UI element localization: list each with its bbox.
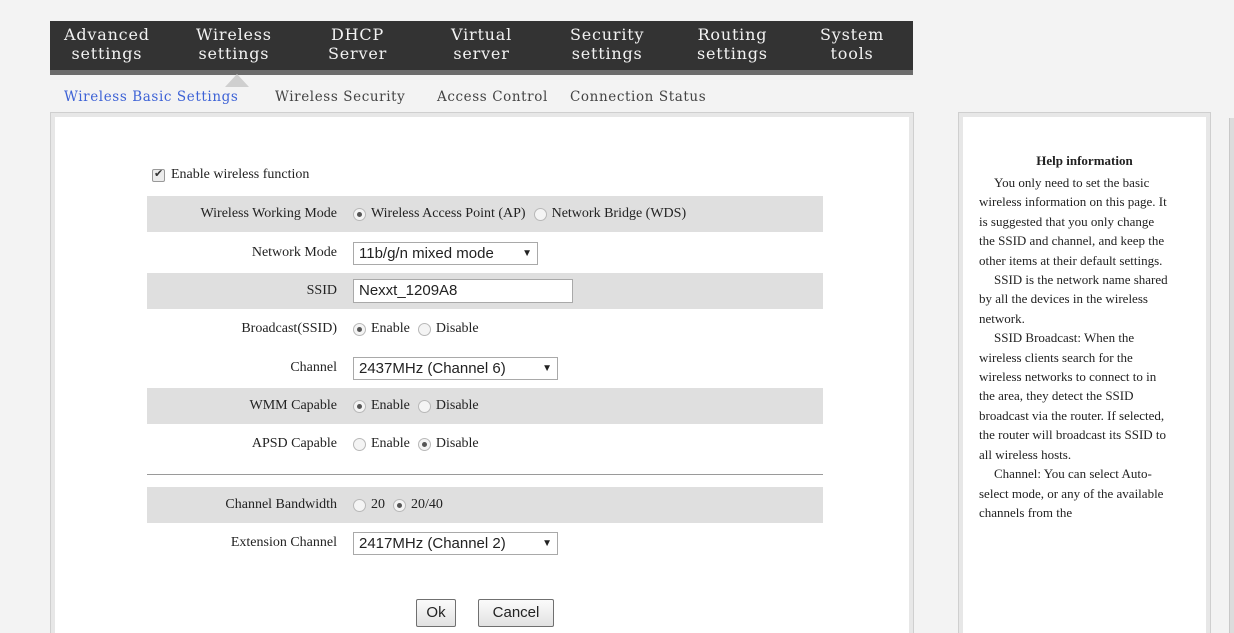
nav-label-line1: Routing xyxy=(697,25,768,44)
nav-label-line1: Virtual xyxy=(451,25,513,44)
wmm-label: WMM Capable xyxy=(249,398,337,413)
channel-select[interactable]: 2437MHz (Channel 6) ▼ xyxy=(353,356,558,380)
bandwidth-label: Channel Bandwidth xyxy=(225,497,337,512)
nav-label-line1: System xyxy=(820,25,885,44)
network-mode-row: Network Mode 11b/g/n mixed mode ▼ xyxy=(147,235,823,271)
bandwidth-2040-radio[interactable] xyxy=(393,498,406,512)
apsd-disable-radio[interactable] xyxy=(417,437,431,451)
help-paragraph: Channel: You can select Auto-select mode… xyxy=(979,466,1164,520)
tab-wireless-security[interactable]: Wireless Security xyxy=(275,89,405,105)
help-paragraph: You only need to set the basic wireless … xyxy=(979,175,1167,268)
nav-label-line2: server xyxy=(453,44,510,63)
apsd-label: APSD Capable xyxy=(251,436,337,451)
help-title: Help information xyxy=(1036,153,1133,168)
channel-row: Channel 2437MHz (Channel 6) ▼ xyxy=(147,350,823,386)
working-mode-wds-radio[interactable] xyxy=(533,207,547,221)
nav-label-line2: settings xyxy=(571,44,643,63)
bandwidth-20-radio[interactable] xyxy=(353,498,366,512)
wmm-disable-label: Disable xyxy=(435,398,479,413)
enable-wireless-checkbox[interactable] xyxy=(152,167,165,182)
working-mode-label: Wireless Working Mode xyxy=(200,206,337,221)
extension-channel-row: Extension Channel 2417MHz (Channel 2) ▼ xyxy=(147,525,823,561)
nav-label-line1: DHCP xyxy=(331,25,385,44)
help-paragraph: SSID Broadcast: When the wireless client… xyxy=(979,330,1167,462)
ssid-input[interactable]: Nexxt_1209A8 xyxy=(353,279,573,303)
broadcast-enable-label: Enable xyxy=(371,321,410,336)
wmm-disable-radio[interactable] xyxy=(417,399,431,413)
extension-channel-label: Extension Channel xyxy=(230,535,337,550)
network-mode-value: 11b/g/n mixed mode xyxy=(359,244,494,262)
broadcast-label: Broadcast(SSID) xyxy=(241,321,337,336)
settings-panel: Enable wireless function Wireless Workin… xyxy=(50,112,914,633)
enable-wireless-row: Enable wireless function xyxy=(152,167,309,183)
section-divider xyxy=(147,474,823,475)
channel-label: Channel xyxy=(290,360,337,375)
nav-virtual-server[interactable]: Virtual server xyxy=(451,25,512,63)
dropdown-arrow-icon: ▼ xyxy=(542,537,552,549)
apsd-enable-radio[interactable] xyxy=(353,437,366,451)
help-panel: Help information You only need to set th… xyxy=(958,112,1211,633)
extension-channel-select[interactable]: 2417MHz (Channel 2) ▼ xyxy=(353,531,558,555)
dropdown-arrow-icon: ▼ xyxy=(542,362,552,374)
wmm-enable-radio[interactable] xyxy=(353,399,366,413)
working-mode-wds-label: Network Bridge (WDS) xyxy=(551,206,687,221)
cancel-button[interactable]: Cancel xyxy=(478,599,554,627)
ssid-row: SSID Nexxt_1209A8 xyxy=(147,273,823,309)
working-mode-row: Wireless Working Mode Wireless Access Po… xyxy=(147,196,823,232)
bandwidth-2040-label: 20/40 xyxy=(411,497,443,512)
bandwidth-row: Channel Bandwidth 20 20/40 xyxy=(147,487,823,523)
nav-label-line2: settings xyxy=(198,44,270,63)
top-navigation: Advanced settings Wireless settings DHCP Se… xyxy=(50,21,913,75)
nav-wireless-settings[interactable]: Wireless settings xyxy=(196,25,272,63)
broadcast-disable-radio[interactable] xyxy=(417,322,431,336)
nav-system-tools[interactable]: System tools xyxy=(820,25,884,63)
channel-value: 2437MHz (Channel 6) xyxy=(359,359,506,377)
nav-label-line1: Wireless xyxy=(196,25,272,44)
ssid-label: SSID xyxy=(306,283,337,298)
network-mode-label: Network Mode xyxy=(251,245,337,260)
tab-wireless-basic-settings[interactable]: Wireless Basic Settings xyxy=(64,89,238,105)
enable-wireless-label: Enable wireless function xyxy=(171,167,310,182)
ok-button[interactable]: Ok xyxy=(416,599,456,627)
page-scrollbar[interactable] xyxy=(1229,118,1234,633)
broadcast-disable-label: Disable xyxy=(435,321,479,336)
nav-label-line2: tools xyxy=(830,44,874,63)
working-mode-ap-radio[interactable] xyxy=(353,207,366,221)
working-mode-ap-label: Wireless Access Point (AP) xyxy=(371,206,526,221)
tab-access-control[interactable]: Access Control xyxy=(437,89,548,105)
nav-label-line2: Server xyxy=(328,44,388,63)
tab-connection-status[interactable]: Connection Status xyxy=(570,89,706,105)
nav-advanced-settings[interactable]: Advanced settings xyxy=(64,25,150,63)
network-mode-select[interactable]: 11b/g/n mixed mode ▼ xyxy=(353,241,538,265)
nav-label-line2: settings xyxy=(697,44,768,63)
active-tab-indicator xyxy=(225,74,249,87)
apsd-row: APSD Capable Enable Disable xyxy=(147,426,823,462)
apsd-enable-label: Enable xyxy=(371,436,410,451)
bandwidth-20-label: 20 xyxy=(371,497,385,512)
nav-label-line1: Security xyxy=(570,25,645,44)
nav-label-line2: settings xyxy=(71,44,143,63)
wmm-enable-label: Enable xyxy=(371,398,410,413)
apsd-disable-label: Disable xyxy=(435,436,479,451)
broadcast-row: Broadcast(SSID) Enable Disable xyxy=(147,311,823,347)
wmm-row: WMM Capable Enable Disable xyxy=(147,388,823,424)
dropdown-arrow-icon: ▼ xyxy=(522,247,532,259)
help-body: You only need to set the basic wireless … xyxy=(979,173,1169,522)
nav-security-settings[interactable]: Security settings xyxy=(570,25,644,63)
nav-dhcp-server[interactable]: DHCP Server xyxy=(328,25,387,63)
broadcast-enable-radio[interactable] xyxy=(353,322,366,336)
extension-channel-value: 2417MHz (Channel 2) xyxy=(359,534,506,552)
nav-routing-settings[interactable]: Routing settings xyxy=(697,25,768,63)
nav-label-line1: Advanced xyxy=(64,25,150,44)
help-paragraph: SSID is the network name shared by all t… xyxy=(979,272,1168,326)
